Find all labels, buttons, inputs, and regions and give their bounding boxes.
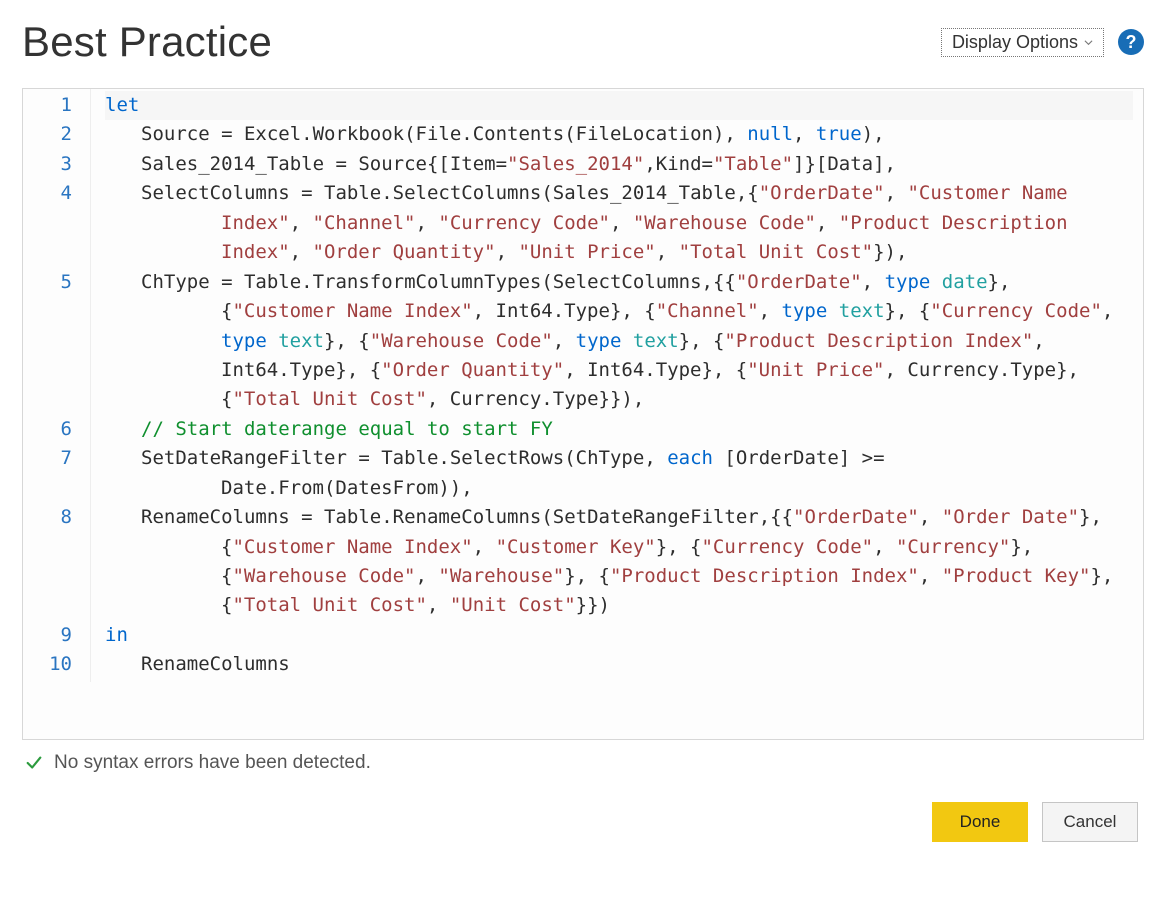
line-number: 4 — [23, 179, 72, 267]
syntax-status-text: No syntax errors have been detected. — [54, 752, 371, 774]
line-number: 9 — [23, 621, 72, 650]
dialog-buttons: Done Cancel — [22, 802, 1144, 842]
display-options-label: Display Options — [952, 32, 1078, 53]
line-number: 5 — [23, 268, 72, 415]
chevron-down-icon — [1084, 38, 1093, 47]
cancel-button-label: Cancel — [1064, 812, 1117, 832]
done-button-label: Done — [960, 812, 1001, 832]
code-line: RenameColumns — [105, 650, 1133, 679]
line-number: 1 — [23, 91, 72, 120]
code-line: RenameColumns = Table.RenameColumns(SetD… — [105, 503, 1133, 621]
code-line: SetDateRangeFilter = Table.SelectRows(Ch… — [105, 444, 1133, 503]
code-editor[interactable]: 12345678910letSource = Excel.Workbook(Fi… — [22, 88, 1144, 740]
display-options-dropdown[interactable]: Display Options — [941, 28, 1104, 57]
code-line: ChType = Table.TransformColumnTypes(Sele… — [105, 268, 1133, 415]
header-actions: Display Options ? — [941, 28, 1144, 57]
dialog-header: Best Practice Display Options ? — [22, 18, 1144, 66]
code-area[interactable]: letSource = Excel.Workbook(File.Contents… — [91, 89, 1143, 682]
line-number: 10 — [23, 650, 72, 679]
dialog-title: Best Practice — [22, 18, 272, 66]
help-glyph: ? — [1126, 32, 1137, 53]
line-number: 7 — [23, 444, 72, 503]
line-number-gutter: 12345678910 — [23, 89, 91, 682]
line-number: 3 — [23, 150, 72, 179]
advanced-editor-dialog: Best Practice Display Options ? 12345678… — [0, 0, 1166, 866]
line-number: 8 — [23, 503, 72, 621]
code-line: Source = Excel.Workbook(File.Contents(Fi… — [105, 120, 1133, 149]
code-line: let — [105, 91, 1133, 120]
check-icon — [24, 753, 44, 773]
done-button[interactable]: Done — [932, 802, 1028, 842]
cancel-button[interactable]: Cancel — [1042, 802, 1138, 842]
help-icon[interactable]: ? — [1118, 29, 1144, 55]
code-line: SelectColumns = Table.SelectColumns(Sale… — [105, 179, 1133, 267]
code-line: // Start daterange equal to start FY — [105, 415, 1133, 444]
line-number: 2 — [23, 120, 72, 149]
code-line: in — [105, 621, 1133, 650]
line-number: 6 — [23, 415, 72, 444]
code-line: Sales_2014_Table = Source{[Item="Sales_2… — [105, 150, 1133, 179]
syntax-status: No syntax errors have been detected. — [24, 752, 1142, 774]
